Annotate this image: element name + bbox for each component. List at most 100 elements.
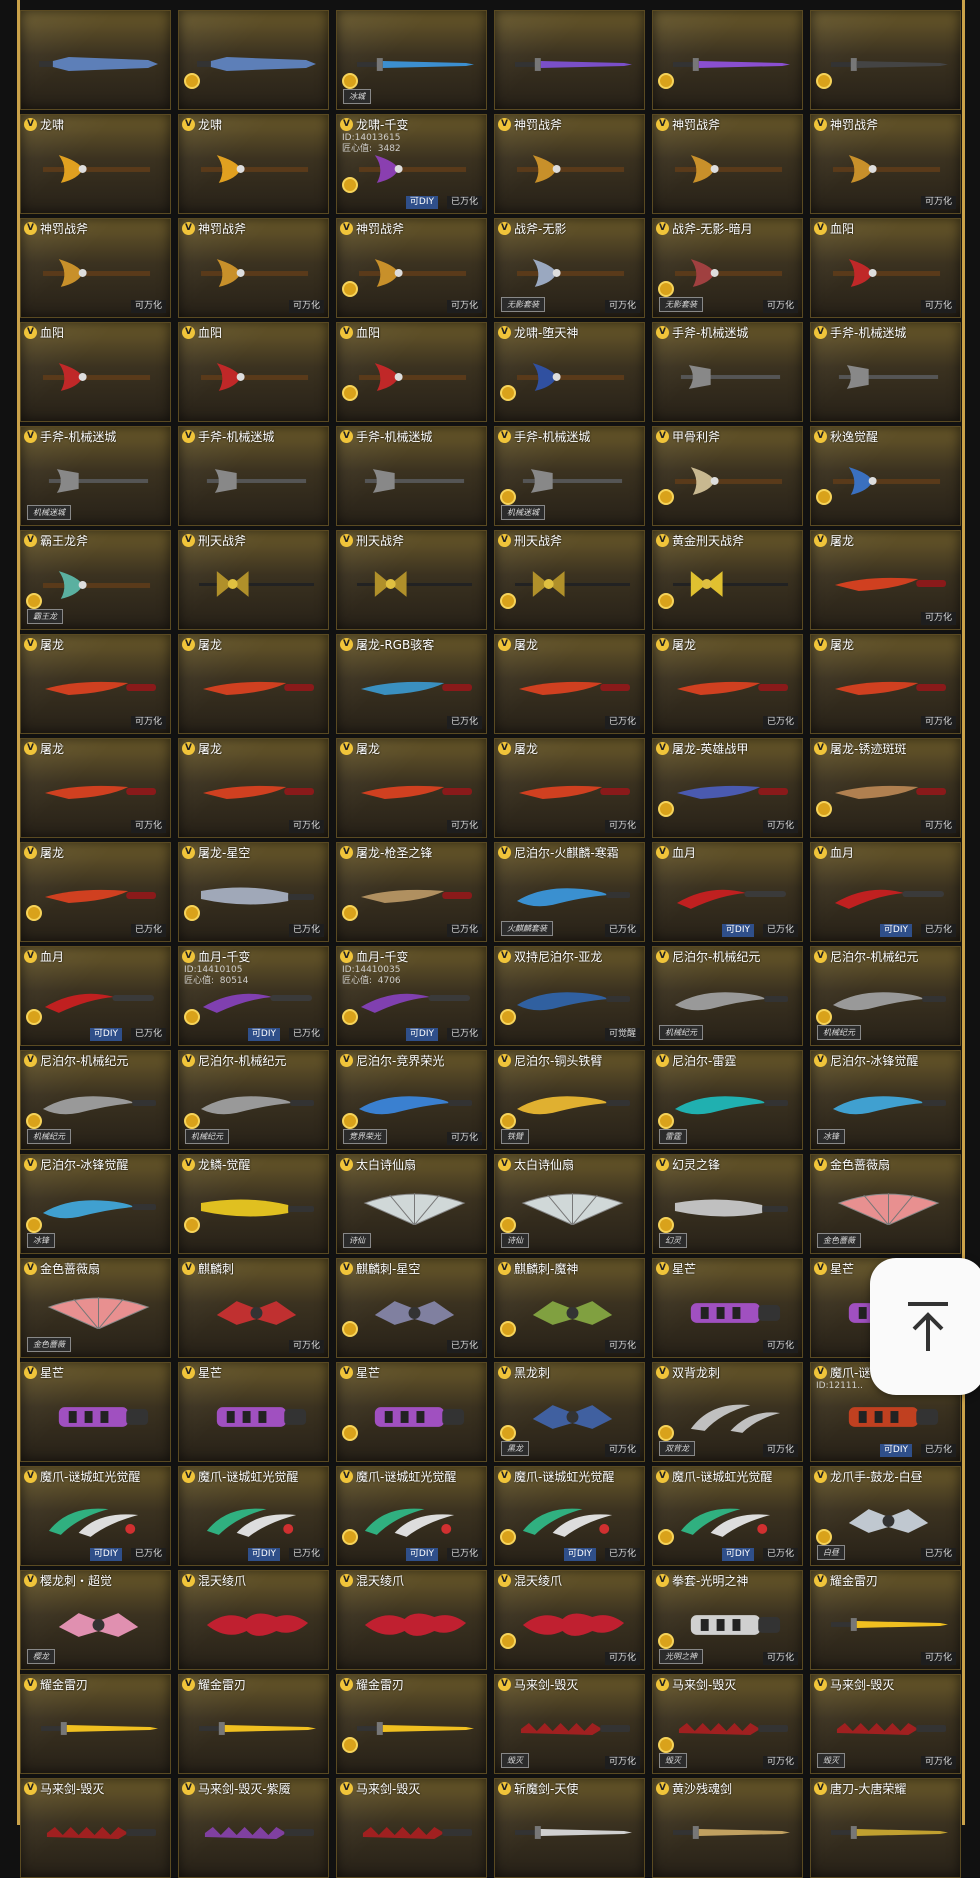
item-card[interactable]: V 尼泊尔-雷霆 雷霆 [652,1050,803,1150]
item-card[interactable]: V 魔爪-谜城虹光觉醒 可DIY 已万化 [20,1466,171,1566]
item-card[interactable]: V 血月-千变 ID:14410035 匠心值: 4706 可DIY 已万化 [336,946,487,1046]
item-card[interactable]: V 龙啸-千变 ID:14013615 匠心值: 3482 可DIY 已万化 [336,114,487,214]
item-card[interactable]: V 马来剑-毁灭 [336,1778,487,1878]
item-card[interactable]: V 尼泊尔-竞界荣光 竞界荣光 可万化 [336,1050,487,1150]
item-card[interactable]: V 手斧-机械迷城 机械迷城 [20,426,171,526]
item-card[interactable] [652,10,803,110]
item-card[interactable]: V 屠龙 可万化 [494,738,645,838]
item-card[interactable]: V 双持尼泊尔-亚龙 可觉醒 [494,946,645,1046]
item-card[interactable]: V 马来剑-毁灭 毁灭 可万化 [494,1674,645,1774]
item-card[interactable]: V 龙爪手-鼓龙-白昼 白昼 已万化 [810,1466,961,1566]
item-card[interactable]: V 屠龙-枪圣之锋 已万化 [336,842,487,942]
item-card[interactable]: V 屠龙 已万化 [494,634,645,734]
item-card[interactable]: V 麒麟刺-魔神 可万化 [494,1258,645,1358]
item-card[interactable]: V 屠龙 可万化 [178,738,329,838]
item-card[interactable]: V 屠龙 可万化 [336,738,487,838]
item-card[interactable]: V 耀金雷刃 可万化 [810,1570,961,1670]
item-card[interactable]: V 屠龙 [178,634,329,734]
item-card[interactable]: V 屠龙-锈迹斑斑 可万化 [810,738,961,838]
item-card[interactable]: V 马来剑-毁灭 [20,1778,171,1878]
item-card[interactable]: V 斩魔剑-天使 [494,1778,645,1878]
item-card[interactable]: V 屠龙 可万化 [20,738,171,838]
item-card[interactable]: V 龙啸-堕天神 [494,322,645,422]
item-card[interactable]: V 甲骨利斧 [652,426,803,526]
item-card[interactable]: V 神罚战斧 可万化 [178,218,329,318]
item-card[interactable]: V 尼泊尔-冰锋觉醒 冰锋 [810,1050,961,1150]
item-card[interactable]: V 尼泊尔-机械纪元 机械纪元 [20,1050,171,1150]
item-card[interactable] [178,10,329,110]
item-card[interactable]: V 血月 可DIY 已万化 [810,842,961,942]
item-card[interactable]: V 黑龙刺 黑龙 可万化 [494,1362,645,1462]
item-card[interactable]: V 尼泊尔-机械纪元 机械纪元 [810,946,961,1046]
item-card[interactable]: V 黄沙残魂剑 [652,1778,803,1878]
item-card[interactable]: V 星芒 [20,1362,171,1462]
item-card[interactable]: V 尼泊尔-冰锋觉醒 冰锋 [20,1154,171,1254]
item-card[interactable]: V 秋逸觉醒 [810,426,961,526]
item-card[interactable]: V 星芒 [336,1362,487,1462]
item-card[interactable]: V 尼泊尔-机械纪元 机械纪元 [178,1050,329,1150]
item-card[interactable]: V 血阳 [336,322,487,422]
item-card[interactable]: V 战斧-无影-暗月 无影套装 可万化 [652,218,803,318]
item-card[interactable]: V 金色蔷薇扇 金色蔷薇 [20,1258,171,1358]
item-card[interactable]: V 耀金雷刃 [178,1674,329,1774]
item-card[interactable]: V 太白诗仙扇 诗仙 [336,1154,487,1254]
item-card[interactable]: V 手斧-机械迷城 [652,322,803,422]
item-card[interactable]: V 麒麟刺 可万化 [178,1258,329,1358]
item-card[interactable]: V 星芒 [178,1362,329,1462]
item-card[interactable]: 冰城 [336,10,487,110]
item-card[interactable]: V 混天绫爪 可万化 [494,1570,645,1670]
item-card[interactable]: V 唐刀-大唐荣耀 [810,1778,961,1878]
item-card[interactable]: V 血阳 [178,322,329,422]
item-card[interactable] [494,10,645,110]
item-card[interactable]: V 马来剑-毁灭-紫魇 [178,1778,329,1878]
item-card[interactable]: V 手斧-机械迷城 [336,426,487,526]
item-card[interactable]: V 手斧-机械迷城 [178,426,329,526]
item-card[interactable]: V 魔爪-谜城虹光觉醒 可DIY 已万化 [652,1466,803,1566]
item-card[interactable]: V 神罚战斧 可万化 [336,218,487,318]
item-card[interactable]: V 屠龙 可万化 [20,634,171,734]
item-card[interactable]: V 神罚战斧 可万化 [20,218,171,318]
item-card[interactable] [20,10,171,110]
item-card[interactable]: V 血阳 可万化 [810,218,961,318]
item-card[interactable]: V 神罚战斧 [494,114,645,214]
item-card[interactable]: V 麒麟刺-星空 已万化 [336,1258,487,1358]
item-card[interactable]: V 尼泊尔-火麒麟-寒霜 火麒麟套装 已万化 [494,842,645,942]
item-card[interactable]: V 星芒 可万化 [652,1258,803,1358]
item-card[interactable]: V 血月 可DIY 已万化 [652,842,803,942]
item-card[interactable]: V 神罚战斧 [652,114,803,214]
item-card[interactable]: V 魔爪-谜城虹光觉醒 可DIY 已万化 [494,1466,645,1566]
item-card[interactable]: V 混天绫爪 [178,1570,329,1670]
item-card[interactable]: V 血阳 [20,322,171,422]
item-card[interactable]: V 混天绫爪 [336,1570,487,1670]
item-card[interactable]: V 刑天战斧 [336,530,487,630]
item-card[interactable]: V 屠龙-英雄战甲 可万化 [652,738,803,838]
item-card[interactable]: V 神罚战斧 可万化 [810,114,961,214]
item-card[interactable]: V 尼泊尔-铜头铁臂 铁臂 [494,1050,645,1150]
item-card[interactable]: V 屠龙 可万化 [810,530,961,630]
item-card[interactable]: V 霸王龙斧 霸王龙 [20,530,171,630]
item-card[interactable]: V 手斧-机械迷城 机械迷城 [494,426,645,526]
item-card[interactable]: V 龙啸 [20,114,171,214]
item-card[interactable]: V 黄金刑天战斧 [652,530,803,630]
item-card[interactable]: V 双背龙刺 双背龙 可万化 [652,1362,803,1462]
item-card[interactable]: V 尼泊尔-机械纪元 机械纪元 [652,946,803,1046]
item-card[interactable]: V 龙啸 [178,114,329,214]
item-card[interactable]: V 金色蔷薇扇 金色蔷薇 [810,1154,961,1254]
item-card[interactable]: V 刑天战斧 [494,530,645,630]
item-card[interactable]: V 魔爪-谜城虹光觉醒 可DIY 已万化 [336,1466,487,1566]
item-card[interactable]: V 手斧-机械迷城 [810,322,961,422]
item-card[interactable]: V 马来剑-毁灭 毁灭 可万化 [652,1674,803,1774]
scroll-to-top-button[interactable] [870,1258,980,1395]
item-card[interactable]: V 屠龙-星空 已万化 [178,842,329,942]
item-card[interactable]: V 马来剑-毁灭 毁灭 可万化 [810,1674,961,1774]
item-card[interactable]: V 耀金雷刃 [336,1674,487,1774]
item-card[interactable] [810,10,961,110]
item-card[interactable]: V 刑天战斧 [178,530,329,630]
item-card[interactable]: V 耀金雷刃 [20,1674,171,1774]
item-card[interactable]: V 血月-千变 ID:14410105 匠心值: 80514 可DIY 已万化 [178,946,329,1046]
item-card[interactable]: V 血月 可DIY 已万化 [20,946,171,1046]
item-card[interactable]: V 屠龙 已万化 [20,842,171,942]
item-card[interactable]: V 龙鳞-觉醒 [178,1154,329,1254]
item-card[interactable]: V 樱龙刺・超觉 樱龙 [20,1570,171,1670]
item-card[interactable]: V 屠龙-RGB骇客 已万化 [336,634,487,734]
